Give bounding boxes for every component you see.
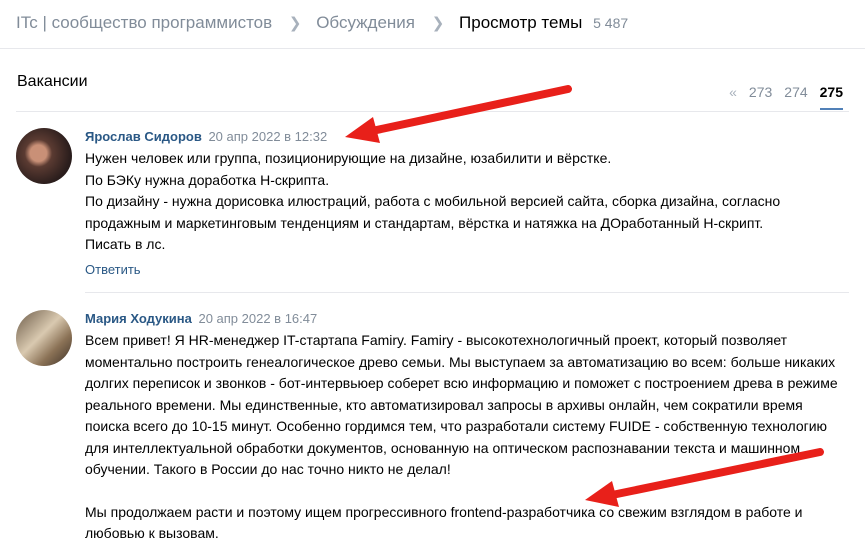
divider	[16, 111, 849, 112]
pagination-page-active: 275	[819, 84, 843, 110]
post-date[interactable]: 20 апр 2022 в 12:32	[208, 129, 327, 144]
reply-link[interactable]: Ответить	[85, 262, 849, 277]
post-author[interactable]: Ярослав Сидоров	[85, 129, 202, 144]
pagination-page[interactable]: 274	[784, 84, 807, 100]
topic-title: Вакансии	[17, 73, 88, 90]
post-line: По дизайну - нужна дорисовка илюстраций,…	[85, 193, 781, 231]
post-paragraph: Всем привет! Я HR-менеджер IT-стартапа F…	[85, 332, 838, 477]
post-date[interactable]: 20 апр 2022 в 16:47	[198, 311, 317, 326]
topic-count: 5 487	[593, 15, 629, 31]
breadcrumb-discussions[interactable]: Обсуждения	[316, 13, 415, 32]
divider	[85, 292, 849, 293]
post-line: Нужен человек или группа, позиционирующи…	[85, 150, 612, 166]
chevron-right-icon: ❯	[288, 15, 302, 32]
breadcrumb-current: Просмотр темы	[459, 13, 583, 32]
post-line: По БЭКу нужна доработка Н-скрипта.	[85, 171, 330, 188]
post-line: Писать в лс.	[85, 236, 166, 252]
avatar[interactable]	[16, 310, 72, 366]
chevron-right-icon: ❯	[431, 15, 445, 32]
pagination: « 273 274 275	[717, 84, 843, 110]
pagination-prev[interactable]: «	[729, 84, 737, 100]
post-author[interactable]: Мария Ходукина	[85, 311, 192, 326]
top-bar: ITc | сообщество программистов ❯ Обсужде…	[0, 0, 865, 49]
breadcrumb: ITc | сообщество программистов ❯ Обсужде…	[16, 12, 628, 35]
post-text: Всем привет! Я HR-менеджер IT-стартапа F…	[85, 330, 849, 545]
post-text: Нужен человек или группа, позиционирующи…	[85, 148, 849, 256]
breadcrumb-community[interactable]: ITc | сообщество программистов	[16, 13, 272, 32]
avatar[interactable]	[16, 128, 72, 184]
post-paragraph: Мы продолжаем расти и поэтому ищем прогр…	[85, 503, 803, 542]
pagination-page[interactable]: 273	[749, 84, 772, 100]
